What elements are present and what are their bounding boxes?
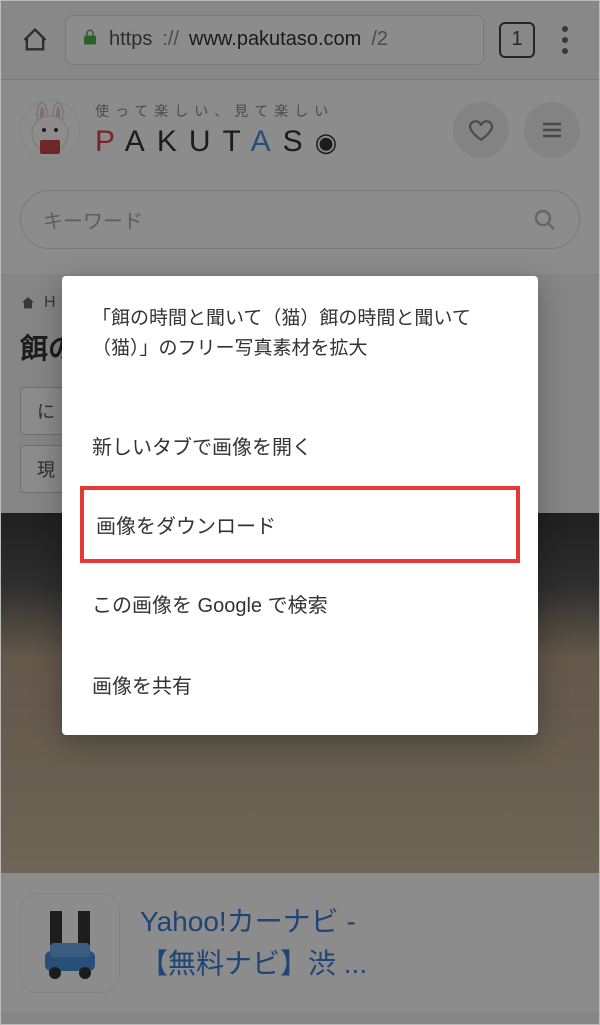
context-menu-title: 「餌の時間と聞いて（猫）餌の時間と聞いて（猫）」のフリー写真素材を拡大 — [62, 276, 538, 405]
menu-download-image[interactable]: 画像をダウンロード — [80, 486, 520, 563]
image-context-menu: 「餌の時間と聞いて（猫）餌の時間と聞いて（猫）」のフリー写真素材を拡大 新しいタ… — [62, 276, 538, 735]
menu-search-google[interactable]: この画像を Google で検索 — [62, 563, 538, 644]
menu-open-new-tab[interactable]: 新しいタブで画像を開く — [62, 405, 538, 486]
menu-share-image[interactable]: 画像を共有 — [62, 644, 538, 725]
